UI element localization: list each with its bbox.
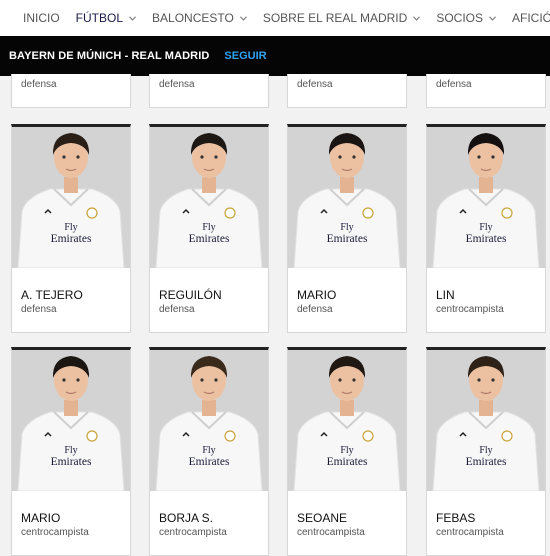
player-position: defensa bbox=[21, 79, 57, 90]
player-photo: FlyEmirates bbox=[12, 350, 130, 491]
player-name: FEBAS bbox=[436, 511, 476, 525]
nav-item-0[interactable]: INICIO bbox=[23, 11, 60, 25]
player-position: centrocampista bbox=[297, 527, 365, 538]
player-card[interactable]: Fly Emirates SEOANE centrocampista bbox=[287, 347, 407, 556]
svg-text:Fly: Fly bbox=[202, 445, 215, 456]
player-name: BORJA S. bbox=[159, 511, 214, 525]
nav-item-3[interactable]: SOBRE EL REAL MADRID bbox=[262, 11, 421, 25]
player-card-partial[interactable]: defensa bbox=[287, 74, 407, 108]
player-position: defensa bbox=[297, 304, 333, 315]
svg-text:Emirates: Emirates bbox=[51, 456, 92, 468]
nav-item-4[interactable]: SOCIOS bbox=[436, 11, 496, 25]
player-photo-frame: Fly Emirates bbox=[427, 350, 545, 491]
player-position: defensa bbox=[436, 79, 472, 90]
player-photo-frame: Fly Emirates bbox=[12, 350, 130, 491]
player-position: centrocampista bbox=[436, 304, 504, 315]
svg-text:Emirates: Emirates bbox=[327, 456, 368, 468]
player-name: MARIO bbox=[21, 511, 61, 525]
player-position: defensa bbox=[159, 79, 195, 90]
player-name: MARIO bbox=[297, 288, 337, 302]
nav-item-label: AFICIÓN bbox=[512, 11, 550, 25]
player-position: defensa bbox=[21, 304, 57, 315]
nav-item-label: SOBRE EL REAL MADRID bbox=[262, 11, 408, 25]
player-photo: FlyEmirates bbox=[12, 127, 130, 268]
player-position: centrocampista bbox=[21, 527, 89, 538]
player-photo: FlyEmirates bbox=[427, 350, 545, 491]
player-name: REGUILÓN bbox=[159, 288, 222, 302]
nav-item-label: FÚTBOL bbox=[75, 11, 124, 25]
chevron-down-icon bbox=[129, 15, 136, 21]
player-photo: FlyEmirates bbox=[150, 350, 268, 491]
player-card[interactable]: Fly Emirates LIN centrocampista bbox=[426, 124, 546, 333]
player-photo-frame: Fly Emirates bbox=[150, 127, 268, 268]
svg-text:Fly: Fly bbox=[340, 222, 353, 233]
player-card[interactable]: Fly Emirates A. TEJERO defensa bbox=[11, 124, 131, 333]
match-title[interactable]: BAYERN DE MÚNICH - REAL MADRID bbox=[9, 50, 209, 62]
player-position: centrocampista bbox=[436, 527, 504, 538]
svg-text:Emirates: Emirates bbox=[189, 456, 230, 468]
player-position: centrocampista bbox=[159, 527, 227, 538]
svg-text:Emirates: Emirates bbox=[466, 456, 507, 468]
player-card-partial[interactable]: defensa bbox=[426, 74, 546, 108]
nav-item-label: SOCIOS bbox=[436, 11, 483, 25]
svg-text:Fly: Fly bbox=[64, 445, 77, 456]
player-card-partial[interactable]: defensa bbox=[11, 74, 131, 108]
player-card[interactable]: Fly Emirates REGUILÓN defensa bbox=[149, 124, 269, 333]
follow-button[interactable]: SEGUIR bbox=[224, 50, 266, 62]
match-bar: BAYERN DE MÚNICH - REAL MADRID SEGUIR bbox=[0, 36, 550, 76]
top-navigation: MCF INICIOFÚTBOLBALONCESTOSOBRE EL REAL … bbox=[0, 0, 550, 36]
player-photo: FlyEmirates bbox=[288, 127, 406, 268]
svg-text:Emirates: Emirates bbox=[189, 233, 230, 245]
svg-text:Fly: Fly bbox=[479, 445, 492, 456]
player-card[interactable]: Fly Emirates MARIO defensa bbox=[287, 124, 407, 333]
player-photo-frame: Fly Emirates bbox=[150, 350, 268, 491]
player-card-partial[interactable]: defensa bbox=[149, 74, 269, 108]
chevron-down-icon bbox=[489, 15, 496, 21]
player-card[interactable]: Fly Emirates BORJA S. centrocampista bbox=[149, 347, 269, 556]
player-position: defensa bbox=[159, 304, 195, 315]
nav-item-1[interactable]: FÚTBOL bbox=[76, 11, 136, 25]
player-position: defensa bbox=[297, 79, 333, 90]
player-photo-frame: Fly Emirates bbox=[12, 127, 130, 268]
player-card[interactable]: Fly Emirates MARIO centrocampista bbox=[11, 347, 131, 556]
player-photo-frame: Fly Emirates bbox=[427, 127, 545, 268]
player-name: SEOANE bbox=[297, 511, 348, 525]
nav-item-5[interactable]: AFICIÓN bbox=[512, 11, 550, 25]
nav-item-label: INICIO bbox=[23, 11, 60, 25]
svg-text:Fly: Fly bbox=[479, 222, 492, 233]
player-photo: FlyEmirates bbox=[150, 127, 268, 268]
svg-text:Fly: Fly bbox=[340, 445, 353, 456]
player-name: LIN bbox=[436, 288, 455, 302]
chevron-down-icon bbox=[239, 15, 247, 21]
nav-item-label: BALONCESTO bbox=[152, 11, 234, 25]
nav-item-2[interactable]: BALONCESTO bbox=[152, 11, 247, 25]
player-photo: FlyEmirates bbox=[427, 127, 545, 268]
player-card[interactable]: Fly Emirates FEBAS centrocampista bbox=[426, 347, 546, 556]
svg-text:Fly: Fly bbox=[64, 222, 77, 233]
player-photo-frame: Fly Emirates bbox=[288, 350, 406, 491]
player-photo-frame: Fly Emirates bbox=[288, 127, 406, 268]
player-name: A. TEJERO bbox=[21, 288, 83, 302]
chevron-down-icon bbox=[413, 15, 421, 21]
svg-text:Emirates: Emirates bbox=[51, 233, 92, 245]
svg-text:Emirates: Emirates bbox=[327, 233, 368, 245]
player-photo: FlyEmirates bbox=[288, 350, 406, 491]
svg-text:Fly: Fly bbox=[202, 222, 215, 233]
svg-text:Emirates: Emirates bbox=[466, 233, 507, 245]
